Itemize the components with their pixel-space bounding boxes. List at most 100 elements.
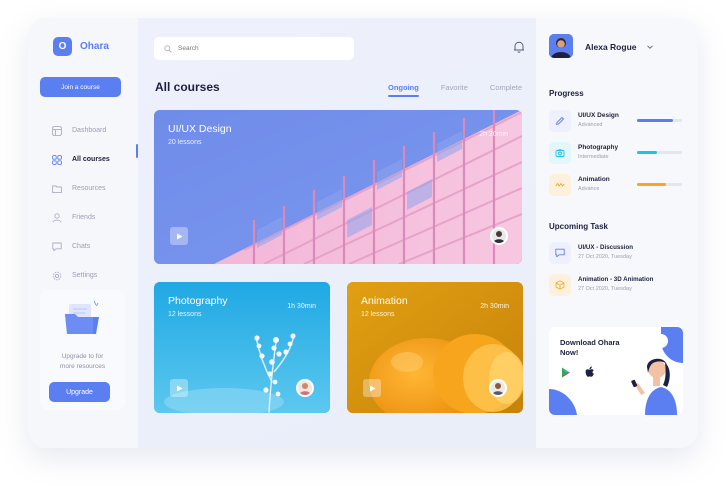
folder-icon: [52, 185, 62, 193]
progress-name: Animation: [578, 176, 610, 183]
tab-complete[interactable]: Complete: [490, 83, 522, 92]
task-date: 27 Oct 2020, Tuesday: [578, 286, 632, 292]
chevron-down-icon[interactable]: [646, 43, 654, 51]
task-item-3d-animation[interactable]: Animation - 3D Animation 27 Oct 2020, Tu…: [549, 274, 689, 300]
upgrade-text-line-2: more resources: [59, 362, 106, 370]
sidebar-item-all-courses[interactable]: All courses: [52, 145, 110, 174]
sidebar-item-label: Dashboard: [72, 127, 107, 134]
profile-name[interactable]: Alexa Rogue: [585, 42, 637, 52]
play-button[interactable]: [363, 379, 381, 397]
sidebar-item-settings[interactable]: Settings: [52, 261, 110, 290]
task-name: Animation - 3D Animation: [578, 276, 654, 283]
sidebar-item-label: Chats: [72, 243, 91, 250]
gear-icon: [52, 271, 62, 280]
brand[interactable]: O Ohara: [53, 37, 109, 56]
brand-logo: O: [53, 37, 72, 56]
course-card-animation[interactable]: Animation 12 lessons 2h 30min: [347, 282, 523, 413]
progress-item-animation[interactable]: Animation Advance: [549, 174, 689, 200]
search-bar[interactable]: [154, 37, 354, 60]
sidebar-item-friends[interactable]: Friends: [52, 203, 110, 232]
wave-icon: [549, 174, 571, 196]
play-button[interactable]: [170, 379, 188, 397]
play-icon: [176, 385, 182, 391]
progress-track: [637, 119, 682, 122]
dashboard-icon: [52, 125, 62, 136]
chat-icon: [52, 242, 62, 251]
sidebar-item-label: Resources: [72, 185, 106, 192]
task-name: UI/UX - Discussion: [578, 244, 634, 251]
progress-item-photography[interactable]: Photography Intermediate: [549, 142, 689, 168]
course-duration: 1h 30min: [287, 303, 316, 310]
progress-level: Advance: [578, 186, 600, 192]
person-icon: [298, 381, 312, 395]
progress-item-uiux[interactable]: UI/UX Design Advanced: [549, 110, 689, 136]
upgrade-text: Upgrade to for more resources: [40, 352, 125, 371]
course-lessons: 12 lessons: [168, 311, 202, 318]
sidebar-item-resources[interactable]: Resources: [52, 174, 110, 203]
upgrade-text-line-1: Upgrade to for: [61, 353, 104, 360]
course-title: Photography: [168, 295, 228, 307]
sidebar-nav: Dashboard All courses Resources Friends …: [52, 116, 110, 290]
pencil-icon: [549, 110, 571, 132]
progress-fill: [637, 183, 667, 186]
join-course-button[interactable]: Join a course: [40, 77, 121, 97]
search-icon: [164, 44, 172, 53]
camera-icon: [549, 142, 571, 164]
instructor-avatar[interactable]: [296, 379, 314, 397]
profile-avatar[interactable]: [549, 34, 573, 58]
progress-level: Advanced: [578, 122, 603, 128]
promo-illustration: [549, 327, 683, 415]
sidebar-item-label: All courses: [72, 156, 110, 163]
search-input[interactable]: [178, 45, 338, 52]
progress-fill: [637, 151, 658, 154]
task-item-discussion[interactable]: UI/UX - Discussion 27 Oct 2020, Tuesday: [549, 242, 689, 268]
sidebar: O Ohara Join a course Dashboard All cour…: [28, 18, 138, 448]
sidebar-item-label: Settings: [72, 272, 98, 279]
brand-name: Ohara: [80, 41, 109, 52]
course-lessons: 12 lessons: [361, 311, 395, 318]
course-duration: 2h 30min: [480, 303, 509, 310]
tab-favorite[interactable]: Favorite: [441, 83, 468, 92]
grid-icon: [52, 154, 62, 165]
person-icon: [491, 381, 505, 395]
course-card-uiux[interactable]: UI/UX Design 20 lessons 2h 20min: [154, 110, 522, 264]
bell-icon[interactable]: [512, 40, 526, 54]
play-button[interactable]: [170, 227, 188, 245]
upgrade-button[interactable]: Upgrade: [49, 382, 110, 402]
cube-icon: [549, 274, 571, 296]
folder-illustration: [65, 300, 99, 334]
right-panel: Alexa Rogue Progress UI/UX Design Advanc…: [536, 18, 698, 448]
user-icon: [52, 212, 62, 223]
progress-name: Photography: [578, 144, 619, 151]
sidebar-item-chats[interactable]: Chats: [52, 232, 110, 261]
instructor-avatar[interactable]: [490, 227, 508, 245]
chat-icon: [549, 242, 571, 264]
app-window: O Ohara Join a course Dashboard All cour…: [28, 18, 698, 448]
progress-name: UI/UX Design: [578, 112, 619, 119]
page-title: All courses: [155, 80, 220, 94]
course-tabs: Ongoing Favorite Complete: [388, 83, 522, 97]
play-icon: [176, 233, 182, 239]
tab-ongoing[interactable]: Ongoing: [388, 83, 419, 97]
person-icon: [549, 34, 573, 58]
course-card-photography[interactable]: Photography 12 lessons 1h 30min: [154, 282, 330, 413]
main-content: All courses Ongoing Favorite Complete: [138, 18, 536, 448]
upcoming-task-title: Upcoming Task: [549, 222, 608, 231]
progress-level: Intermediate: [578, 154, 609, 160]
sidebar-item-label: Friends: [72, 214, 96, 221]
person-icon: [492, 229, 506, 243]
progress-track: [637, 183, 682, 186]
task-date: 27 Oct 2020, Tuesday: [578, 254, 632, 260]
course-title: Animation: [361, 295, 408, 307]
download-promo-card: Download Ohara Now!: [549, 327, 683, 415]
progress-title: Progress: [549, 89, 584, 98]
instructor-avatar[interactable]: [489, 379, 507, 397]
progress-track: [637, 151, 682, 154]
progress-fill: [637, 119, 673, 122]
play-icon: [369, 385, 375, 391]
course-duration: 2h 20min: [479, 131, 508, 138]
course-title: UI/UX Design: [168, 123, 232, 135]
upgrade-card: Upgrade to for more resources Upgrade: [40, 290, 125, 410]
course-lessons: 20 lessons: [168, 139, 202, 146]
sidebar-item-dashboard[interactable]: Dashboard: [52, 116, 110, 145]
